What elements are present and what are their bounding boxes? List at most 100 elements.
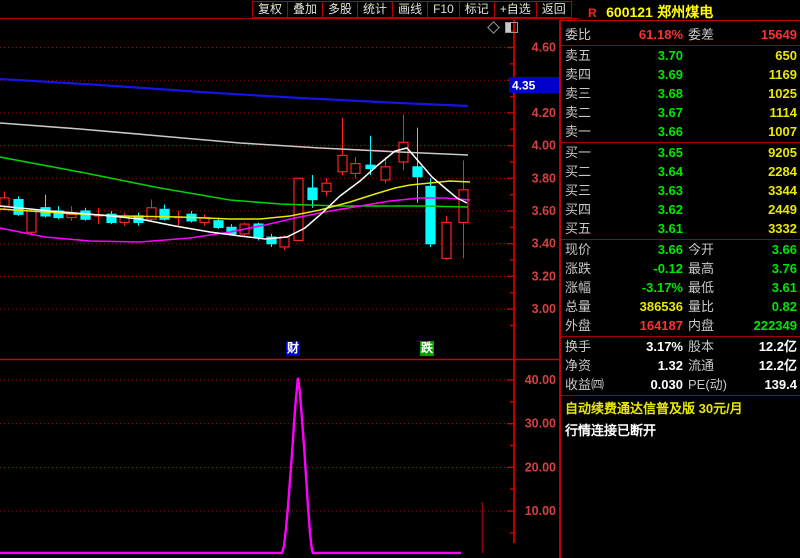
value-卖三: 3.68 [658,84,683,103]
sub-axis-label: 40.00 [525,373,556,387]
label-买三: 买三 [565,181,591,200]
connection-status: 行情连接已断开 [565,420,656,439]
candle-up [67,214,76,217]
value-外盘: 164187 [640,316,683,335]
quote-row-买五[interactable]: 买五3.613332 [561,219,800,238]
value-收益㈣: 0.030 [650,375,683,394]
quote-row-涨跌: 涨跌-0.12最高3.76 [561,259,800,278]
quote-row-总量: 总量386536量比0.82 [561,297,800,316]
sub-axis-label: 20.00 [525,460,556,474]
value2-股本: 12.2亿 [759,337,797,356]
label-净资: 净资 [565,356,591,375]
value-买三: 3.63 [658,181,683,200]
menu-button-F10[interactable]: F10 [427,1,460,18]
value-卖四: 3.69 [658,65,683,84]
label-买二: 买二 [565,162,591,181]
label-委差: 委差 [688,25,714,44]
label-委比: 委比 [565,25,591,44]
menu-button-画线[interactable]: 画线 [392,1,428,18]
value2-买二: 2284 [768,162,797,181]
signal-badge-die: 跌 [420,341,434,356]
value-换手: 3.17% [646,337,683,356]
menu-button-复权[interactable]: 复权 [252,1,288,18]
quote-row-卖二[interactable]: 卖二3.671114 [561,103,800,122]
value2-买四: 2449 [768,200,797,219]
kline-chart-canvas[interactable]: 4.604.204.003.803.603.403.203.004.3540.0… [0,0,560,558]
quote-row-买一[interactable]: 买一3.659205 [561,143,800,162]
quote-row-收益㈣: 收益㈣0.030PE(动)139.4 [561,375,800,394]
label-卖五: 卖五 [565,46,591,65]
candle-down [308,188,317,199]
label-买五: 买五 [565,219,591,238]
price-axis-label: 4.60 [532,41,556,55]
label-今开: 今开 [688,240,714,259]
price-axis-label: 3.20 [532,269,556,283]
label-卖一: 卖一 [565,122,591,141]
value-涨幅: -3.17% [642,278,683,297]
value2-买五: 3332 [768,219,797,238]
candle-up [280,237,289,247]
panel-separator [561,395,800,396]
stock-code: 600121 [606,4,653,20]
value2-买一: 9205 [768,143,797,162]
value2-PE(动): 139.4 [764,375,797,394]
candle-up [442,222,451,258]
quote-row-委比: 委比61.18%委差15649 [561,25,800,44]
value-总量: 386536 [640,297,683,316]
value2-委差: 15649 [761,25,797,44]
candle-down [426,186,435,243]
label-流通: 流通 [688,356,714,375]
tdx-app-window: 4.604.204.003.803.603.403.203.004.3540.0… [0,0,800,558]
split-window-icon[interactable] [505,22,518,33]
price-axis-label: 3.40 [532,237,556,251]
quote-row-外盘: 外盘 164187 内盘 222349 [561,316,800,335]
menu-button-返回[interactable]: 返回 [536,1,572,18]
ma-white [0,148,467,239]
price-axis-label: 4.00 [532,139,556,153]
quote-row-卖四[interactable]: 卖四3.691169 [561,65,800,84]
sub-axis-label: 10.00 [525,504,556,518]
menu-button-叠加[interactable]: 叠加 [287,1,323,18]
menu-button-+自选[interactable]: +自选 [494,1,537,18]
label-卖三: 卖三 [565,84,591,103]
quote-row-卖一[interactable]: 卖一3.661007 [561,122,800,141]
label-内盘: 内盘 [688,316,714,335]
value-买四: 3.62 [658,200,683,219]
label-买四: 买四 [565,200,591,219]
quote-row-卖三[interactable]: 卖三3.681025 [561,84,800,103]
signal-badge-cai: 财 [286,341,300,356]
price-axis-label: 4.20 [532,106,556,120]
quote-row-涨幅: 涨幅-3.17%最低3.61 [561,278,800,297]
value2-卖二: 1114 [770,103,798,122]
value2-内盘: 222349 [754,316,797,335]
label-现价: 现价 [565,240,591,259]
candle-up [27,211,36,232]
value2-量比: 0.82 [772,297,797,316]
candle-down [214,221,223,228]
label-换手: 换手 [565,337,591,356]
quote-row-卖五[interactable]: 卖五3.70650 [561,46,800,65]
candle-up [322,183,331,191]
menu-button-统计[interactable]: 统计 [357,1,393,18]
label-外盘: 外盘 [565,316,591,335]
stock-name: 郑州煤电 [657,4,713,20]
signal-spike [0,378,461,553]
value-卖五: 3.70 [658,46,683,65]
quote-row-买三[interactable]: 买三 3.63 3344 [561,181,800,200]
label-最高: 最高 [688,259,714,278]
renewal-banner[interactable]: 自动续费通达信普及版 30元/月 [565,398,743,417]
label-量比: 量比 [688,297,714,316]
split-window-icon-fill [506,23,511,32]
value2-最高: 3.76 [772,259,797,278]
menu-button-标记[interactable]: 标记 [459,1,495,18]
value2-最低: 3.61 [772,278,797,297]
menu-button-多股[interactable]: 多股 [322,1,358,18]
value2-买三: 3344 [768,181,797,200]
value-现价: 3.66 [658,240,683,259]
value2-流通: 12.2亿 [759,356,797,375]
price-axis-label: 3.80 [532,171,556,185]
quote-row-买二[interactable]: 买二3.642284 [561,162,800,181]
value2-卖四: 1169 [769,65,797,84]
value-卖二: 3.67 [658,103,683,122]
quote-row-买四[interactable]: 买四 3.62 2449 [561,200,800,219]
